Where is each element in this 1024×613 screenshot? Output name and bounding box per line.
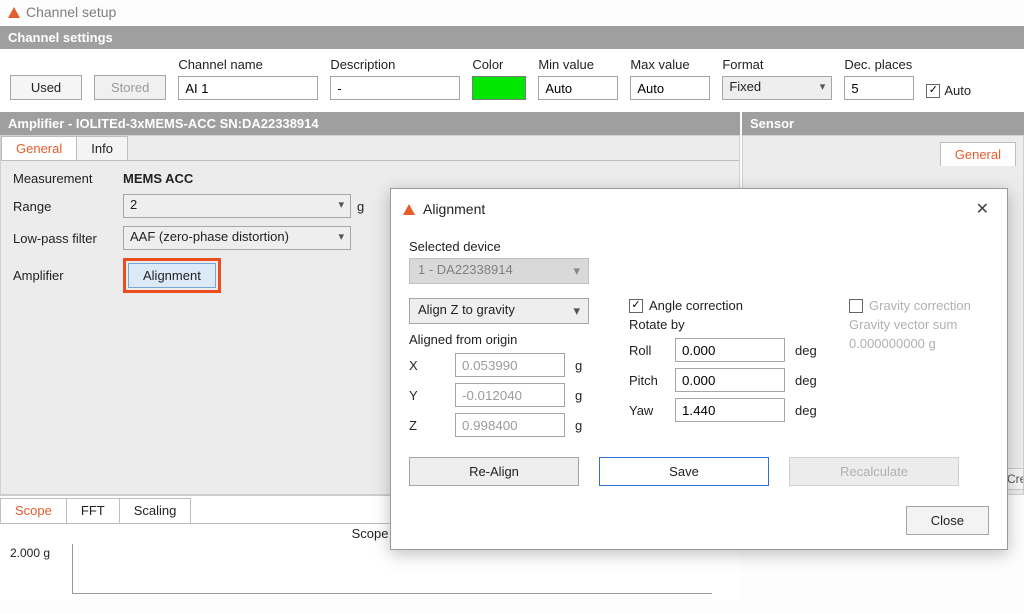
auto-checkbox[interactable] — [926, 84, 940, 98]
stored-button[interactable]: Stored — [94, 75, 166, 100]
axis-y-unit: g — [575, 388, 605, 403]
selected-device-value: 1 - DA22338914 — [418, 262, 513, 277]
dialog-title-text: Alignment — [423, 201, 485, 217]
alignment-dialog: Alignment ✕ Selected device 1 - DA223389… — [390, 188, 1008, 550]
close-button[interactable]: Close — [906, 506, 989, 535]
sensor-header: Sensor — [742, 112, 1024, 135]
channel-name-label: Channel name — [178, 57, 318, 72]
alignment-highlight: Alignment — [123, 258, 221, 293]
description-input[interactable] — [330, 76, 460, 100]
channel-name-input[interactable] — [178, 76, 318, 100]
close-icon[interactable]: ✕ — [970, 197, 995, 221]
dialog-logo-icon — [403, 204, 415, 215]
axis-x-unit: g — [575, 358, 605, 373]
format-select[interactable]: Fixed — [722, 76, 832, 100]
min-value-label: Min value — [538, 57, 618, 72]
angle-correction-row[interactable]: Angle correction — [629, 298, 825, 313]
amplifier-header: Amplifier - IOLITEd-3xMEMS-ACC SN:DA2233… — [0, 112, 740, 135]
gravity-correction-checkbox[interactable] — [849, 299, 863, 313]
amplifier-tabs: General Info — [1, 136, 739, 161]
scope-y-value: 2.000 g — [10, 546, 50, 560]
pitch-label: Pitch — [629, 373, 665, 388]
color-label: Color — [472, 57, 526, 72]
yaw-label: Yaw — [629, 403, 665, 418]
yaw-unit: deg — [795, 403, 825, 418]
lowpass-label: Low-pass filter — [13, 231, 123, 246]
measurement-label: Measurement — [13, 171, 123, 186]
align-mode-value: Align Z to gravity — [418, 302, 515, 317]
description-label: Description — [330, 57, 460, 72]
recalculate-button[interactable]: Recalculate — [789, 457, 959, 486]
gravity-vector-sum-value: 0.000000000 g — [849, 336, 989, 351]
angle-correction-label: Angle correction — [649, 298, 743, 313]
dialog-button-row: Re-Align Save Recalculate — [409, 457, 989, 486]
axis-y-value — [455, 383, 565, 407]
dialog-columns: Align Z to gravity Aligned from origin X… — [409, 298, 989, 443]
format-label: Format — [722, 57, 832, 72]
axis-z-value — [455, 413, 565, 437]
tab-fft[interactable]: FFT — [66, 498, 120, 523]
dialog-col-origin: Align Z to gravity Aligned from origin X… — [409, 298, 605, 443]
gravity-correction-row[interactable]: Gravity correction — [849, 298, 989, 313]
pitch-unit: deg — [795, 373, 825, 388]
channel-settings-row: Used Stored Channel name Description Col… — [0, 49, 1024, 112]
tab-scaling[interactable]: Scaling — [119, 498, 192, 523]
color-swatch[interactable] — [472, 76, 526, 100]
axis-z-unit: g — [575, 418, 605, 433]
axis-y-label: Y — [409, 388, 445, 403]
amplifier-row-label: Amplifier — [13, 268, 123, 283]
channel-settings-header: Channel settings — [0, 26, 1024, 49]
sensor-tab-general[interactable]: General — [940, 142, 1016, 166]
format-select-value: Fixed — [729, 79, 761, 94]
align-mode-select[interactable]: Align Z to gravity — [409, 298, 589, 324]
used-button[interactable]: Used — [10, 75, 82, 100]
pitch-input[interactable] — [675, 368, 785, 392]
roll-unit: deg — [795, 343, 825, 358]
roll-label: Roll — [629, 343, 665, 358]
range-select-value: 2 — [130, 197, 137, 212]
max-value-label: Max value — [630, 57, 710, 72]
max-value-input[interactable] — [630, 76, 710, 100]
lowpass-select[interactable]: AAF (zero-phase distortion) — [123, 226, 351, 250]
window-title-text: Channel setup — [26, 4, 116, 20]
window-titlebar: Channel setup — [0, 0, 1024, 26]
auto-checkbox-label: Auto — [944, 83, 971, 98]
range-select[interactable]: 2 — [123, 194, 351, 218]
realign-button[interactable]: Re-Align — [409, 457, 579, 486]
dec-places-label: Dec. places — [844, 57, 914, 72]
axis-x-label: X — [409, 358, 445, 373]
dialog-col-rotate: Angle correction Rotate by Roll deg Pitc… — [629, 298, 825, 443]
range-label: Range — [13, 199, 123, 214]
selected-device-label: Selected device — [409, 239, 989, 254]
rotate-by-label: Rotate by — [629, 317, 825, 332]
tab-info[interactable]: Info — [76, 136, 128, 160]
lowpass-select-value: AAF (zero-phase distortion) — [130, 229, 289, 244]
save-button[interactable]: Save — [599, 457, 769, 486]
axis-z-label: Z — [409, 418, 445, 433]
angle-correction-checkbox[interactable] — [629, 299, 643, 313]
dialog-body: Selected device 1 - DA22338914 Align Z t… — [391, 229, 1007, 496]
gravity-correction-label: Gravity correction — [869, 298, 971, 313]
dec-places-input[interactable] — [844, 76, 914, 100]
dialog-titlebar: Alignment ✕ — [391, 189, 1007, 229]
selected-device-select[interactable]: 1 - DA22338914 — [409, 258, 589, 284]
app-logo-icon — [8, 7, 20, 18]
axis-x-value — [455, 353, 565, 377]
dialog-footer: Close — [391, 496, 1007, 535]
yaw-input[interactable] — [675, 398, 785, 422]
gravity-vector-sum-label: Gravity vector sum — [849, 317, 989, 332]
alignment-button[interactable]: Alignment — [128, 263, 216, 288]
scope-plot — [72, 544, 712, 594]
roll-input[interactable] — [675, 338, 785, 362]
measurement-value: MEMS ACC — [123, 171, 727, 186]
min-value-input[interactable] — [538, 76, 618, 100]
tab-general[interactable]: General — [1, 136, 77, 160]
range-unit: g — [357, 199, 364, 214]
auto-checkbox-wrap[interactable]: Auto — [926, 83, 971, 100]
aligned-from-origin-label: Aligned from origin — [409, 332, 605, 347]
tab-scope[interactable]: Scope — [0, 498, 67, 523]
dialog-col-gravity: Gravity correction Gravity vector sum 0.… — [849, 298, 989, 443]
